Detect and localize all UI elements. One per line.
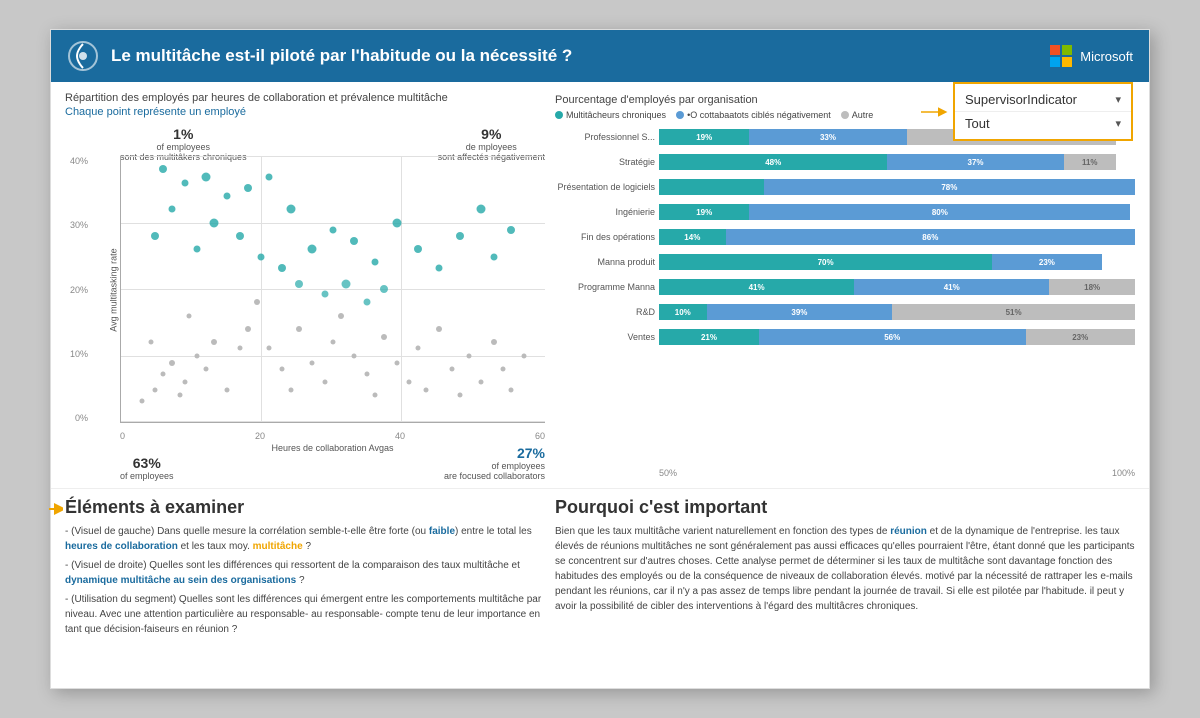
- bar-chart-rows: Professionnel S... 19% 33% 44% Stratégie…: [555, 126, 1135, 466]
- importance-panel: Pourquoi c'est important Bien que les ta…: [555, 497, 1135, 680]
- table-row: Manna produit 70% 23%: [555, 251, 1135, 273]
- table-row: Programme Manna 41% 41% 18%: [555, 276, 1135, 298]
- logo-icon: [67, 40, 99, 72]
- left-arrow-indicator: [47, 497, 63, 526]
- legend-item-teal: Multitâcheurs chroniques: [555, 110, 666, 120]
- filter-arrow-indicator: [917, 102, 949, 127]
- main-card: Le multitâche est-il piloté par l'habitu…: [50, 29, 1150, 689]
- filter-supervisor-label: SupervisorIndicator: [965, 92, 1077, 107]
- filter-supervisor-row[interactable]: SupervisorIndicator ▾: [955, 88, 1131, 112]
- page-title: Le multitâche est-il piloté par l'habitu…: [111, 46, 1050, 66]
- chevron-down-icon-2: ▾: [1115, 117, 1121, 130]
- table-row: Ventes 21% 56% 23%: [555, 326, 1135, 348]
- scatter-title: Répartition des employés par heures de c…: [65, 92, 545, 104]
- table-row: Ingénierie 19% 80%: [555, 201, 1135, 223]
- x-axis-label: Heures de collaboration Avgas: [272, 443, 394, 453]
- stat-focused-left: 63% of employees: [120, 455, 174, 481]
- elements-heading: Éléments à examiner: [65, 497, 545, 518]
- importance-text: Bien que les taux multitâche varient nat…: [555, 524, 1135, 614]
- elements-panel: Éléments à examiner - (Visuel de gauche)…: [65, 497, 545, 680]
- scatter-panel: Répartition des employés par heures de c…: [65, 92, 545, 478]
- chevron-down-icon: ▾: [1115, 93, 1121, 106]
- legend-item-blue: •O cottabaatots ciblés négativement: [676, 110, 831, 120]
- content-area: Répartition des employés par heures de c…: [51, 82, 1149, 488]
- table-row: Présentation de logiciels 78%: [555, 176, 1135, 198]
- scatter-chart-area: [120, 156, 545, 423]
- importance-heading: Pourquoi c'est important: [555, 497, 1135, 518]
- ms-logo-text: Microsoft: [1080, 49, 1133, 64]
- filter-box: SupervisorIndicator ▾ Tout ▾: [953, 82, 1133, 141]
- filter-tout-label: Tout: [965, 116, 990, 131]
- bar-chart-panel: Pourcentage d'employés par organisation …: [555, 92, 1135, 478]
- table-row: Stratégie 48% 37% 11%: [555, 151, 1135, 173]
- filter-tout-row[interactable]: Tout ▾: [955, 112, 1131, 135]
- microsoft-logo: Microsoft: [1050, 45, 1133, 67]
- x-axis-ticks: 0 20 40 60: [120, 431, 545, 441]
- stat-focused-right: 27% of employees are focused collaborato…: [444, 445, 545, 481]
- legend-item-gray: Autre: [841, 110, 874, 120]
- bottom-section: Éléments à examiner - (Visuel de gauche)…: [51, 488, 1149, 688]
- bar-chart-x-axis: 50% 100%: [659, 468, 1135, 478]
- scatter-subtitle: Chaque point représente un employé: [65, 106, 545, 118]
- table-row: R&D 10% 39% 51%: [555, 301, 1135, 323]
- table-row: Fin des opérations 14% 86%: [555, 226, 1135, 248]
- y-axis-label: Avg multitasking rate: [109, 248, 119, 331]
- elements-text: - (Visuel de gauche) Dans quelle mesure …: [65, 524, 545, 637]
- header: Le multitâche est-il piloté par l'habitu…: [51, 30, 1149, 82]
- filter-area: SupervisorIndicator ▾ Tout ▾: [953, 82, 1133, 141]
